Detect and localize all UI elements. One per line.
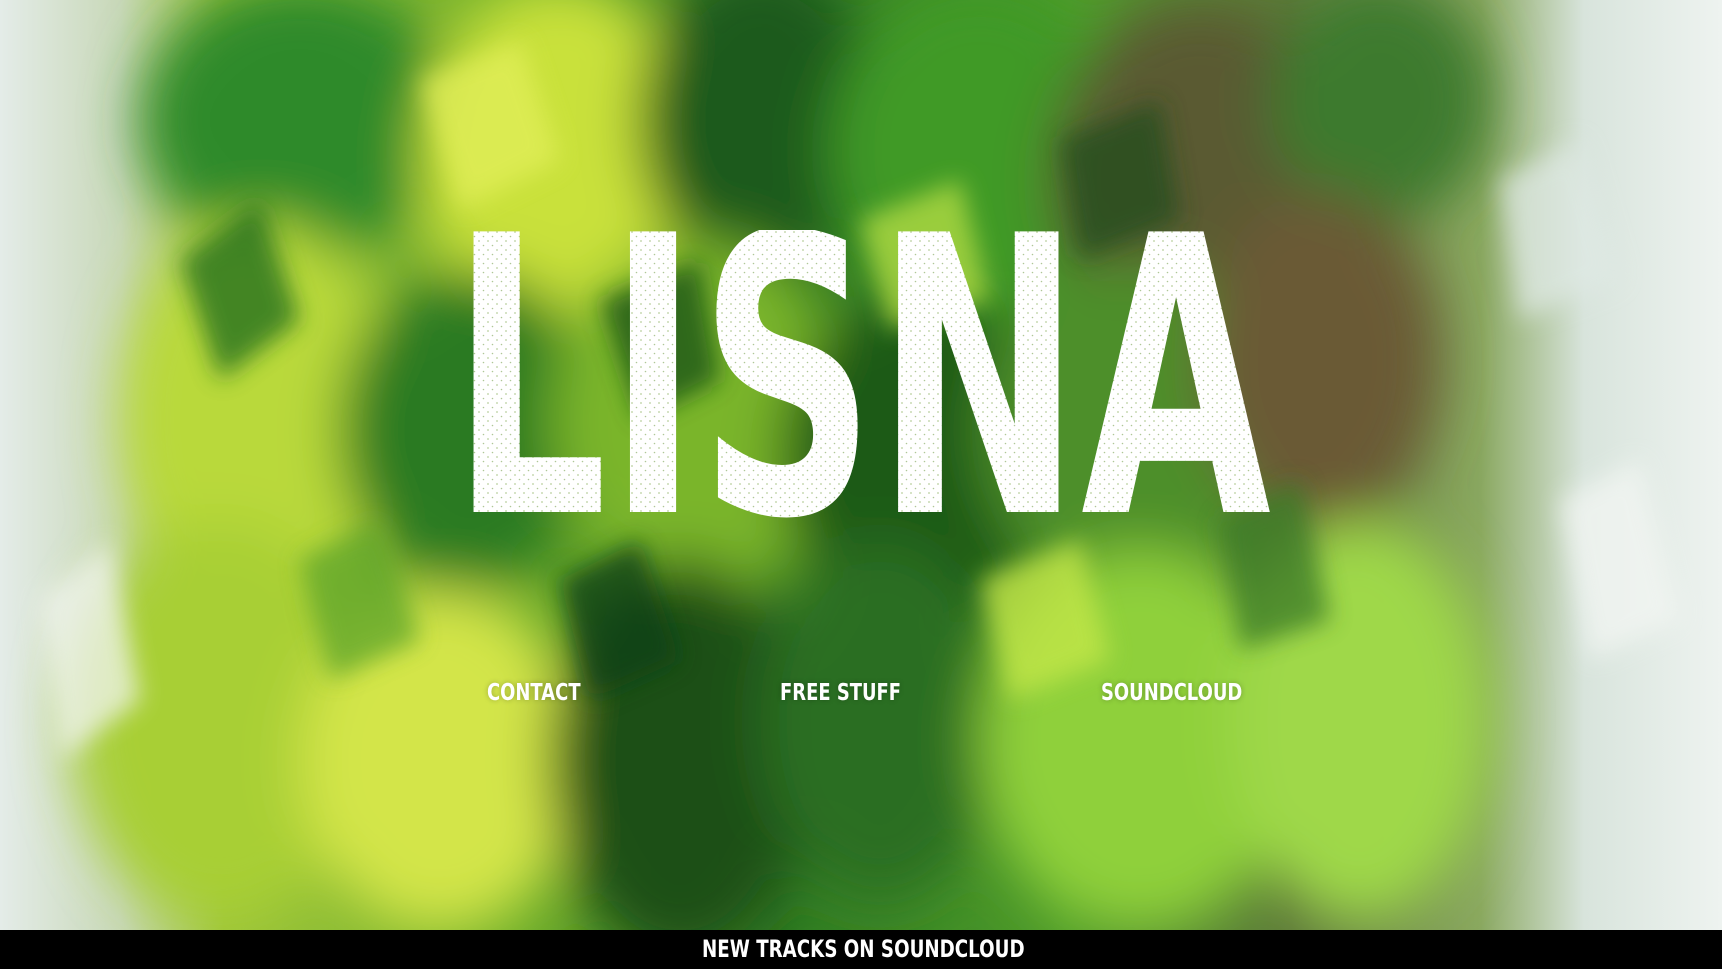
new-tracks-link[interactable]: NEW TRACKS ON SOUNDCLOUD <box>702 935 1025 963</box>
site-logo: LISNA <box>0 230 1722 570</box>
nav-link-free-stuff[interactable]: FREE STUFF <box>780 680 901 706</box>
nav-link-soundcloud[interactable]: SOUNDCLOUD <box>1101 680 1242 706</box>
footer-banner: NEW TRACKS ON SOUNDCLOUD <box>0 930 1722 969</box>
logo-text: LISNA <box>451 230 1273 570</box>
landing-page: LISNA CONTACT FREE STUFF SOUNDCLOUD NEW … <box>0 0 1722 969</box>
nav-link-contact[interactable]: CONTACT <box>487 680 581 706</box>
main-nav: CONTACT FREE STUFF SOUNDCLOUD <box>0 680 1722 730</box>
